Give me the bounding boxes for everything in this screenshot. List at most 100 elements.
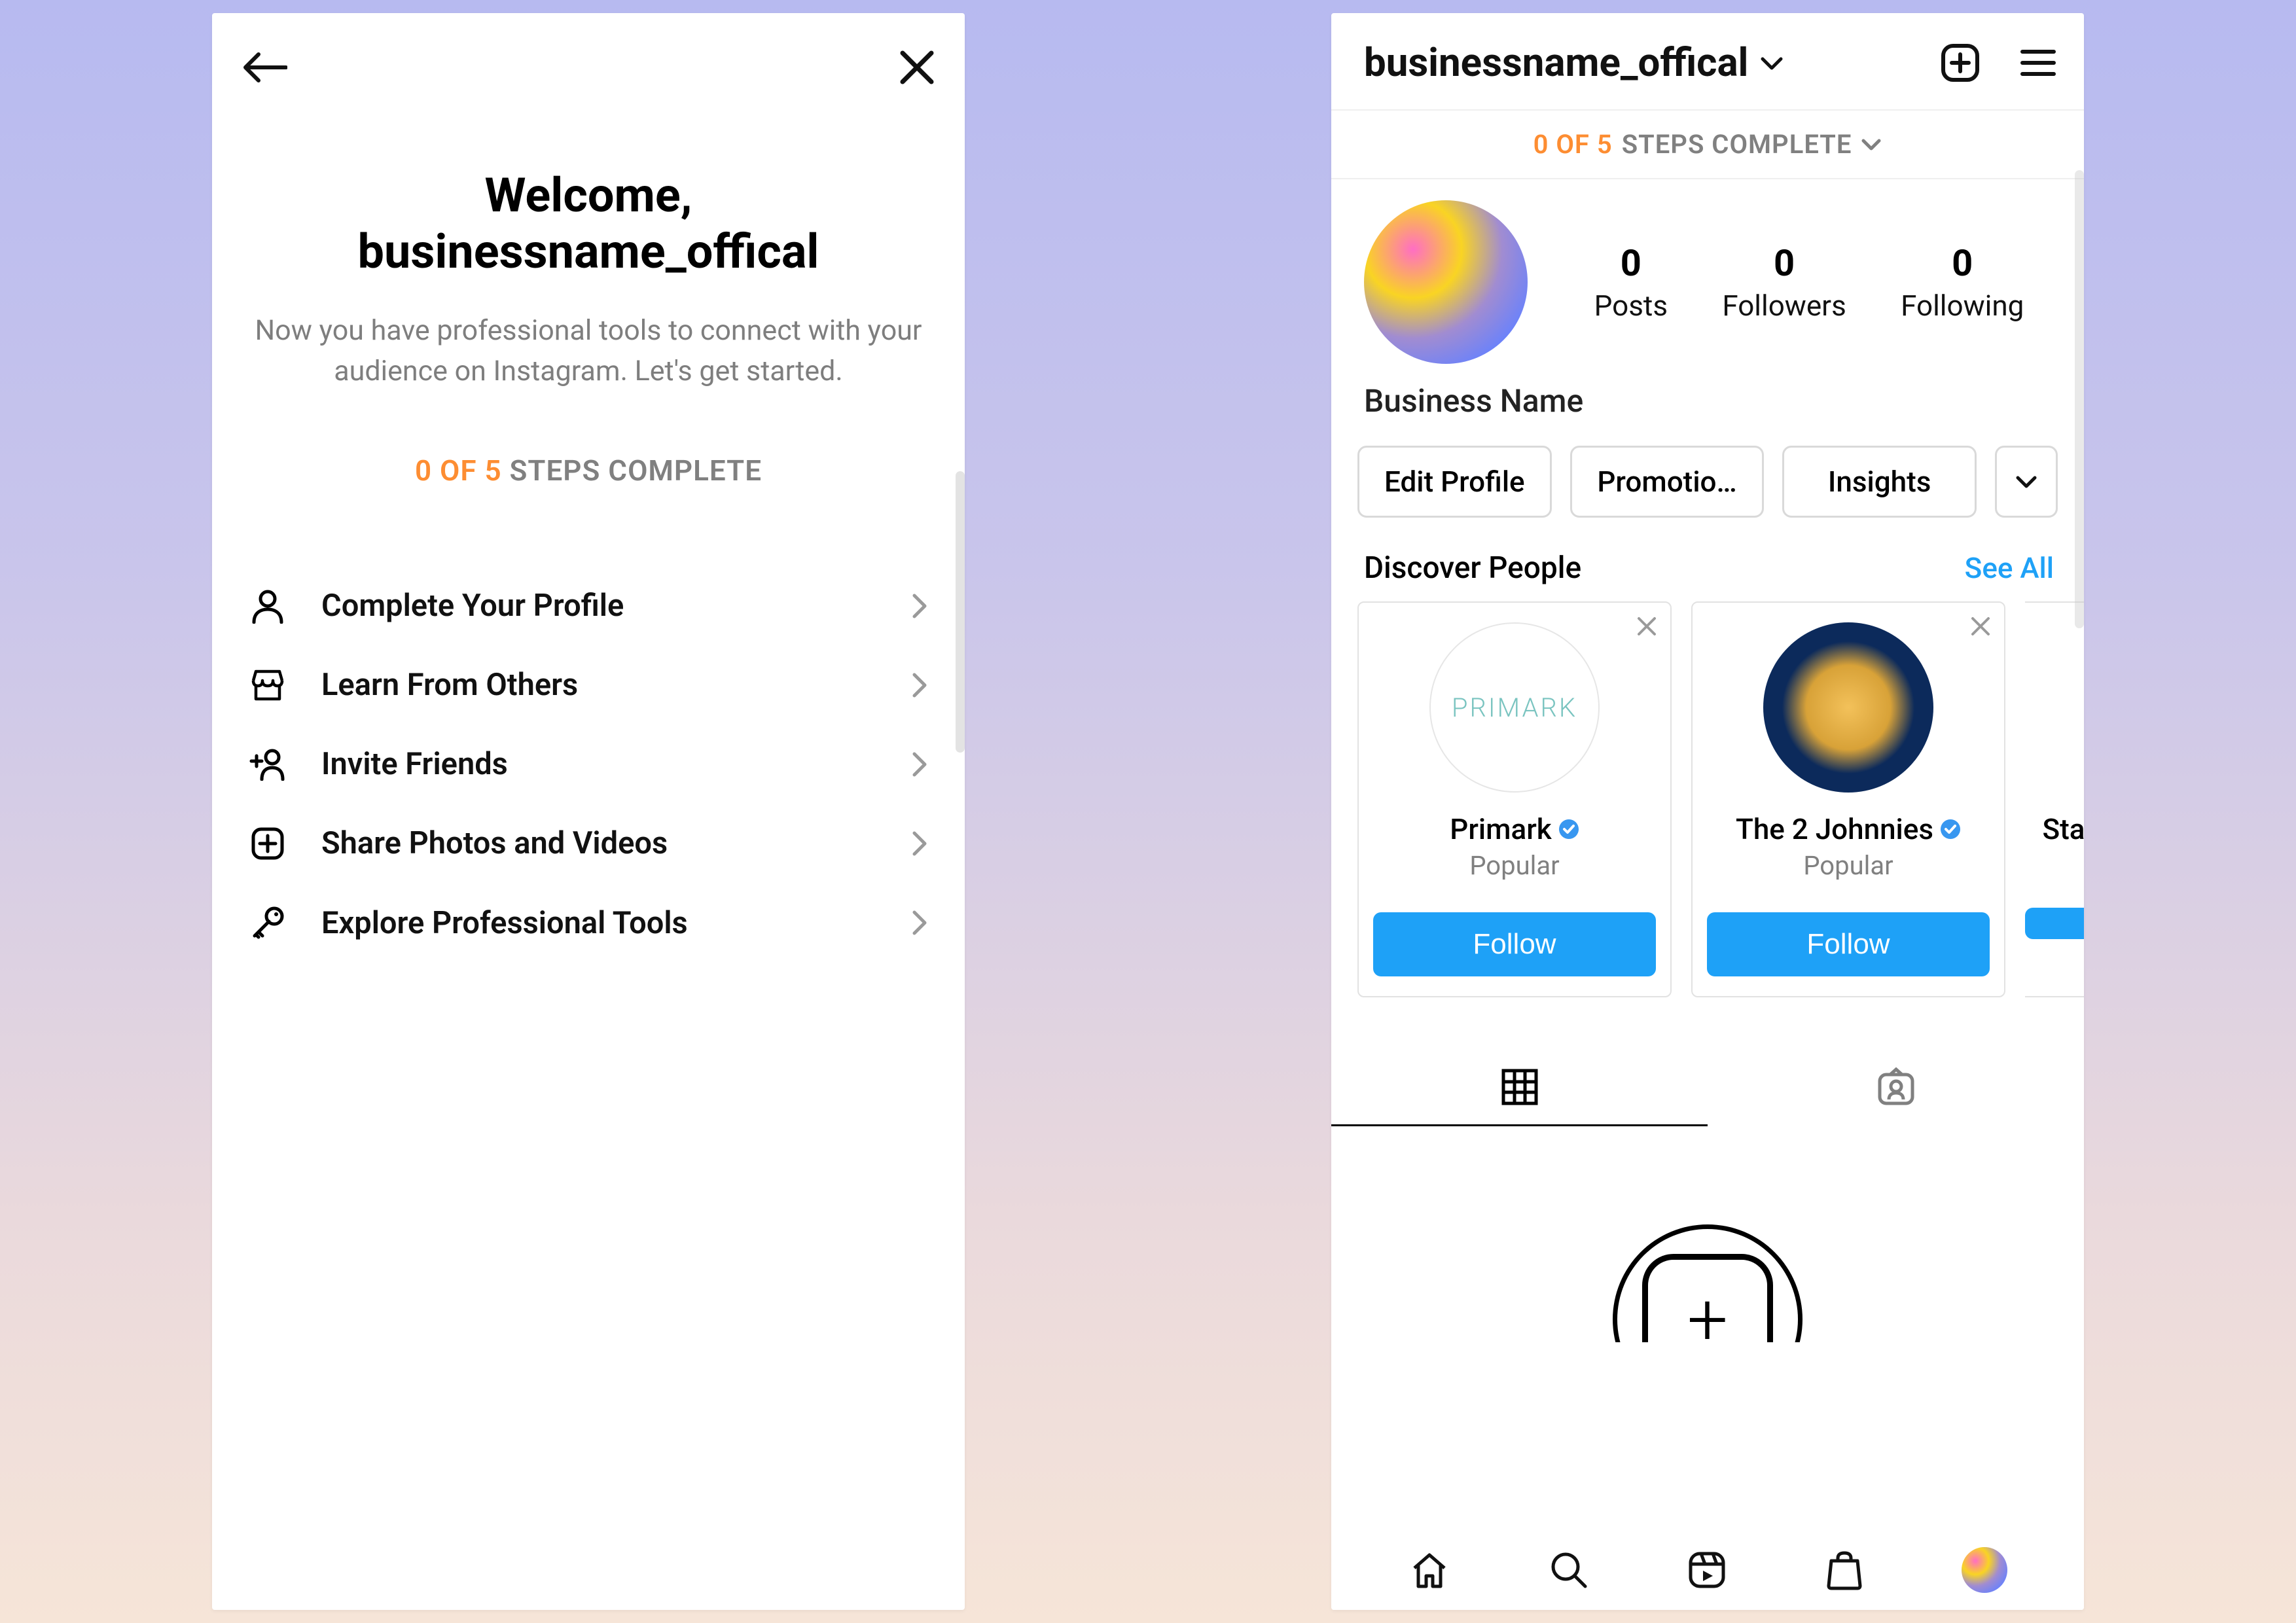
bottom-nav (1331, 1526, 2084, 1610)
suggestion-name: Primark (1450, 812, 1551, 846)
discover-title: Discover People (1364, 550, 1581, 586)
setup-progress-banner[interactable]: 0 OF 5 STEPS COMPLETE (1331, 111, 2084, 179)
step-label: Share Photos and Videos (321, 825, 876, 861)
chevron-right-icon (910, 750, 929, 779)
nav-home[interactable] (1408, 1550, 1451, 1590)
progress-count: 0 OF 5 (415, 454, 502, 488)
back-button[interactable] (242, 50, 287, 84)
welcome-heading-line2: businessname_offical (251, 224, 925, 280)
suggestion-name-row: Sta (2025, 812, 2084, 846)
nav-shop[interactable] (1825, 1549, 1864, 1591)
edit-profile-button[interactable]: Edit Profile (1357, 446, 1552, 518)
chevron-right-icon (910, 829, 929, 858)
chevron-down-icon (1760, 55, 1784, 71)
suggestion-name-row: Primark (1373, 812, 1656, 846)
step-invite-friends[interactable]: Invite Friends (212, 724, 965, 804)
nav-reels[interactable] (1687, 1550, 1727, 1590)
step-label: Learn From Others (321, 667, 876, 703)
stat-value: 0 (1594, 241, 1668, 285)
see-all-link[interactable]: See All (1965, 551, 2054, 585)
stat-posts[interactable]: 0 Posts (1594, 241, 1668, 323)
suggestion-card-primark: PRIMARK Primark Popular Follow (1357, 601, 1672, 997)
profile-stats: 0 Posts 0 Followers 0 Following (1567, 241, 2051, 323)
stat-following[interactable]: 0 Following (1901, 241, 2024, 323)
scrollbar[interactable] (956, 471, 965, 753)
verified-badge-icon (1558, 819, 1579, 840)
storefront-icon (249, 669, 286, 702)
grid-icon (1499, 1067, 1540, 1107)
tab-grid[interactable] (1331, 1050, 1708, 1126)
verified-badge-icon (1940, 819, 1961, 840)
plus-square-icon: + (1642, 1254, 1773, 1385)
follow-button[interactable]: Follow (1373, 912, 1656, 976)
home-icon (1408, 1550, 1451, 1590)
close-icon (1635, 615, 1659, 638)
chevron-right-icon (910, 592, 929, 620)
step-learn-from-others[interactable]: Learn From Others (212, 645, 965, 724)
chevron-right-icon (910, 671, 929, 700)
person-icon (250, 588, 285, 624)
nav-profile[interactable] (1962, 1547, 2007, 1593)
step-label: Explore Professional Tools (321, 905, 876, 941)
profile-header: businessname_offical (1331, 13, 2084, 111)
insights-button[interactable]: Insights (1782, 446, 1977, 518)
step-complete-profile[interactable]: Complete Your Profile (212, 566, 965, 645)
suggestion-name: The 2 Johnnies (1736, 812, 1933, 846)
follow-button[interactable] (2025, 908, 2084, 939)
profile-summary: 0 Posts 0 Followers 0 Following (1331, 179, 2084, 364)
add-person-icon (249, 748, 287, 781)
empty-state: + (1331, 1224, 2084, 1414)
welcome-description: Now you have professional tools to conne… (251, 310, 925, 392)
chevron-right-icon (910, 908, 929, 937)
header-actions (1940, 43, 2056, 83)
menu-button[interactable] (2020, 48, 2056, 78)
suggestion-name-row: The 2 Johnnies (1707, 812, 1990, 846)
suggestion-subtitle: Popular (1707, 850, 1990, 881)
profile-avatar[interactable] (1364, 200, 1528, 364)
step-explore-professional-tools[interactable]: Explore Professional Tools (212, 883, 965, 963)
dismiss-suggestion-button[interactable] (1969, 615, 1992, 641)
plus-square-icon (1940, 43, 1981, 83)
onboarding-header (212, 13, 965, 102)
close-icon (1969, 615, 1992, 638)
scrollbar[interactable] (2075, 170, 2084, 628)
stat-followers[interactable]: 0 Followers (1722, 241, 1846, 323)
banner-label: STEPS COMPLETE (1622, 129, 1852, 160)
tab-tagged[interactable] (1708, 1050, 2084, 1126)
promotions-button[interactable]: Promotio… (1570, 446, 1765, 518)
nav-search[interactable] (1549, 1550, 1589, 1590)
step-share-photos-videos[interactable]: Share Photos and Videos (212, 804, 965, 883)
stat-value: 0 (1722, 241, 1846, 285)
step-label: Invite Friends (321, 746, 876, 782)
dismiss-suggestion-button[interactable] (1635, 615, 1659, 641)
discover-people-header: Discover People See All (1331, 518, 2084, 601)
close-button[interactable] (899, 49, 935, 86)
stat-label: Posts (1594, 289, 1668, 323)
search-icon (1549, 1550, 1589, 1590)
banner-count: 0 OF 5 (1534, 129, 1613, 160)
arrow-left-icon (242, 50, 287, 84)
profile-screen: businessname_offical 0 OF 5 STEPS COMPLE… (1331, 13, 2084, 1610)
suggestion-card-peek: Sta (2025, 601, 2084, 997)
suggestion-subtitle: Popular (1373, 850, 1656, 881)
follow-button[interactable]: Follow (1707, 912, 1990, 976)
onboarding-screen: Welcome, businessname_offical Now you ha… (212, 13, 965, 1610)
suggestion-name: Sta (2042, 812, 2084, 846)
discover-people-carousel[interactable]: PRIMARK Primark Popular Follow The 2 Joh… (1331, 601, 2084, 997)
stat-label: Followers (1722, 289, 1846, 323)
account-switcher[interactable]: businessname_offical (1364, 39, 1784, 86)
stat-label: Following (1901, 289, 2024, 323)
discover-toggle-button[interactable] (1995, 446, 2058, 518)
suggestion-avatar[interactable]: PRIMARK (1429, 622, 1600, 793)
create-button[interactable] (1940, 43, 1981, 83)
chevron-down-icon (1861, 137, 1882, 152)
welcome-heading-line1: Welcome, (251, 168, 925, 224)
suggestion-avatar[interactable] (1763, 622, 1933, 793)
avatar-icon (1962, 1547, 2007, 1593)
progress-label: STEPS COMPLETE (502, 454, 762, 488)
plus-square-icon (251, 827, 285, 861)
step-label: Complete Your Profile (321, 588, 876, 624)
onboarding-steps-list: Complete Your Profile Learn From Others … (212, 566, 965, 963)
profile-content-tabs (1331, 1050, 2084, 1126)
reels-icon (1687, 1550, 1727, 1590)
